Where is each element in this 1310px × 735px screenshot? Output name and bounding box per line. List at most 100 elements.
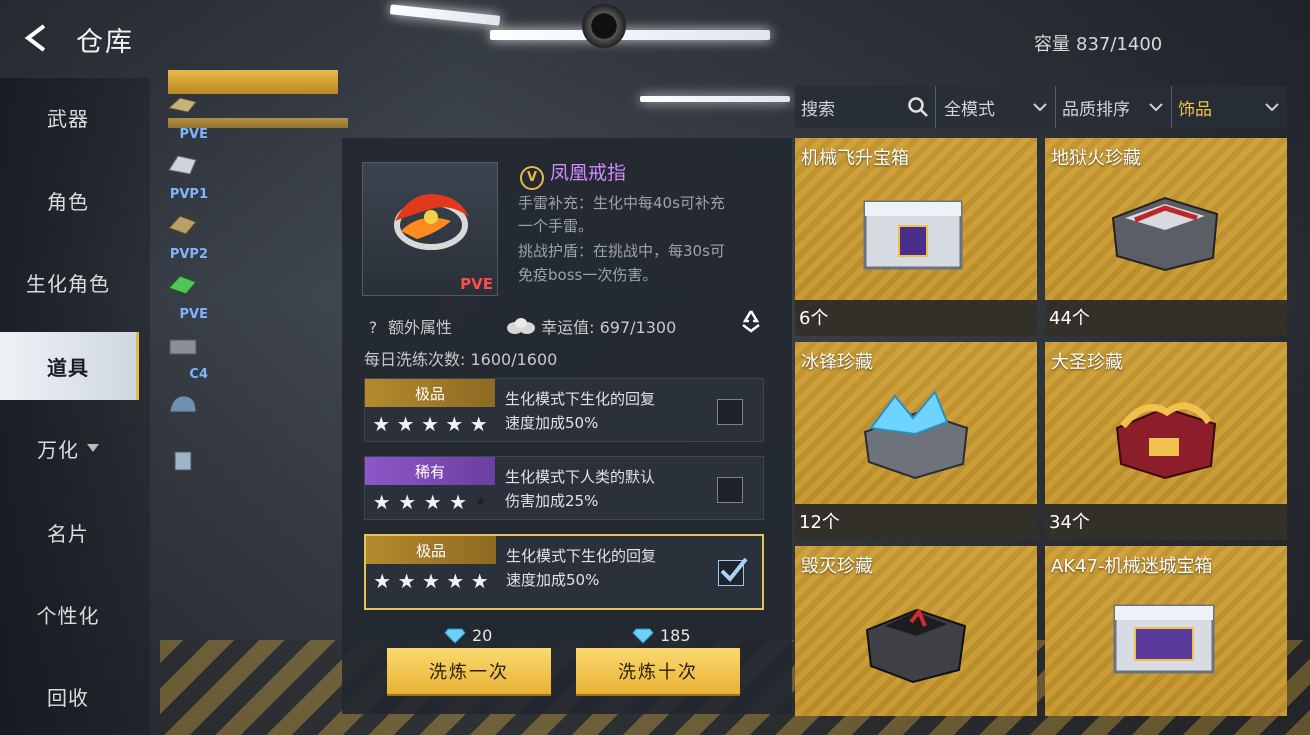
lock-checkbox-checked[interactable] (718, 557, 748, 586)
sub-cat-helmet[interactable] (160, 388, 208, 444)
sub-cat-pve[interactable]: PVE (160, 88, 208, 144)
nav-item-bio-characters[interactable]: 生化角色 (0, 248, 136, 316)
star-rating: ★ ★ ★ ★ ★ (372, 412, 488, 436)
daily-label: 每日洗练次数: (364, 350, 466, 369)
luck-label: 幸运值: (541, 318, 595, 337)
attribute-row-selected[interactable]: 极品 ★ ★ ★ ★ ★ 生化模式下生化的回复 速度加成50% (364, 534, 764, 610)
capacity-value: 837/1400 (1076, 34, 1163, 55)
sub-cat-pvp2[interactable]: PVP2 (160, 208, 208, 264)
nav-label: 回收 (47, 685, 89, 710)
grid-item-count: 34个 (1049, 512, 1090, 533)
sub-cat-other[interactable] (160, 444, 208, 500)
attribute-text: 生化模式下生化的回复 速度加成50% (505, 387, 705, 435)
sub-cat-c4[interactable]: C4 (160, 328, 208, 384)
mode-value: 全模式 (944, 99, 995, 120)
grid-item-name: 毁灭珍藏 (801, 556, 873, 577)
item-desc-line: 免疫boss一次伤害。 (518, 266, 658, 284)
ice-chest-icon (863, 390, 969, 480)
grade-box: 极品 ★ ★ ★ ★ ★ (365, 379, 495, 441)
sub-cat-label: PVE (179, 307, 208, 322)
grade-box: 极品 ★ ★ ★ ★ ★ (366, 536, 496, 608)
chevron-down-icon (1033, 103, 1047, 112)
sub-cat-pve-2[interactable]: PVE (160, 268, 208, 324)
checkmark-icon (720, 557, 748, 582)
wash-once-button[interactable]: 洗炼一次 (387, 648, 551, 694)
item-detail-panel: PVE V 凤凰戒指 手雷补充：生化中每40s可补充 一个手雷。 挑战护盾：在挑战… (342, 138, 792, 714)
grade-label: 稀有 (365, 457, 495, 485)
ceiling-vent-icon (582, 4, 626, 48)
nav-label: 名片 (47, 521, 89, 546)
diamond-icon (444, 628, 466, 644)
attribute-line: 生化模式下人类的默认 (505, 468, 656, 486)
search-box[interactable]: 搜索 (795, 86, 935, 128)
attribute-line: 速度加成50% (505, 414, 599, 432)
category-value: 饰品 (1178, 99, 1212, 120)
sort-dropdown[interactable]: 品质排序 (1055, 86, 1171, 128)
grid-item[interactable]: AK47-机械迷城宝箱 (1045, 546, 1287, 716)
nav-item-props[interactable]: 道具 (0, 332, 139, 400)
nav-label: 万化 (37, 437, 79, 462)
chevron-down-icon (1149, 103, 1163, 112)
diamond-icon (632, 628, 654, 644)
attribute-line: 伤害加成25% (505, 492, 599, 510)
ring-thumb-icon (168, 215, 197, 235)
nav-label: 角色 (47, 189, 89, 214)
attribute-text: 生化模式下人类的默认 伤害加成25% (505, 465, 705, 513)
v-rank-badge-icon: V (520, 165, 544, 190)
nav-item-personalize[interactable]: 个性化 (0, 580, 136, 648)
sub-cat-pvp1[interactable]: PVP1 (160, 148, 208, 204)
grid-item-count: 12个 (799, 512, 840, 533)
nav-item-wanhua[interactable]: 万化 (0, 414, 136, 482)
grade-label: 极品 (365, 379, 495, 407)
item-desc-line: 手雷补充：生化中每40s可补充 (518, 194, 725, 212)
nav-label: 生化角色 (26, 271, 110, 296)
helmet-thumb-icon (169, 395, 197, 413)
sort-value: 品质排序 (1062, 99, 1130, 120)
left-nav: 武器 角色 生化角色 道具 万化 名片 个性化 回收 (0, 78, 150, 735)
capacity-label: 容量 (1034, 34, 1070, 55)
help-icon[interactable]: ? (364, 318, 382, 337)
extra-attributes-label: 额外属性 (388, 318, 453, 337)
ceiling-light (389, 4, 501, 26)
nav-item-weapons[interactable]: 武器 (0, 83, 136, 151)
grade-label: 极品 (366, 536, 496, 564)
grid-item[interactable]: 冰锋珍藏 12个 (795, 342, 1037, 540)
destruction-chest-icon (865, 608, 967, 684)
category-dropdown[interactable]: 饰品 (1171, 86, 1287, 128)
ring-thumb-icon (168, 275, 197, 295)
grid-item[interactable]: 机械飞升宝箱 6个 (795, 138, 1037, 336)
item-desc-line: 一个手雷。 (518, 217, 594, 235)
grid-item-count: 6个 (799, 308, 829, 329)
back-button[interactable] (18, 20, 54, 56)
nav-item-recycle[interactable]: 回收 (0, 662, 136, 730)
nav-label: 道具 (47, 355, 89, 380)
c4-thumb-icon (169, 339, 197, 355)
page-title: 仓库 (76, 27, 134, 58)
grid-item-name: AK47-机械迷城宝箱 (1051, 556, 1213, 577)
attribute-row[interactable]: 稀有 ★ ★ ★ ★ ★ 生化模式下人类的默认 伤害加成25% (364, 456, 764, 520)
lock-checkbox[interactable] (717, 477, 743, 503)
cost-ten: 185 (632, 626, 691, 645)
monkey-king-chest-icon (1115, 402, 1217, 480)
item-icon-box: PVE (362, 162, 498, 296)
attribute-text: 生化模式下生化的回复 速度加成50% (506, 544, 706, 592)
grid-item[interactable]: 毁灭珍藏 (795, 546, 1037, 716)
lock-checkbox[interactable] (717, 399, 743, 425)
daily-wash-count: 每日洗练次数: 1600/1600 (364, 346, 557, 370)
grid-item[interactable]: 大圣珍藏 34个 (1045, 342, 1287, 540)
nav-item-cards[interactable]: 名片 (0, 498, 136, 566)
search-placeholder: 搜索 (801, 99, 835, 120)
recycle-icon[interactable] (738, 308, 764, 334)
wash-ten-button[interactable]: 洗炼十次 (576, 648, 740, 694)
star-rating: ★ ★ ★ ★ ★ (373, 569, 489, 593)
luck-value: 697/1300 (599, 318, 677, 337)
daily-value: 1600/1600 (470, 350, 558, 369)
nav-item-characters[interactable]: 角色 (0, 166, 136, 234)
grid-item[interactable]: 地狱火珍藏 44个 (1045, 138, 1287, 336)
attribute-row[interactable]: 极品 ★ ★ ★ ★ ★ 生化模式下生化的回复 速度加成50% (364, 378, 764, 442)
cost-once: 20 (444, 626, 492, 645)
mode-dropdown[interactable]: 全模式 (935, 86, 1055, 128)
item-name-text: 凤凰戒指 (550, 162, 627, 184)
search-icon (908, 97, 928, 117)
sub-cat-label: PVP1 (169, 187, 208, 202)
